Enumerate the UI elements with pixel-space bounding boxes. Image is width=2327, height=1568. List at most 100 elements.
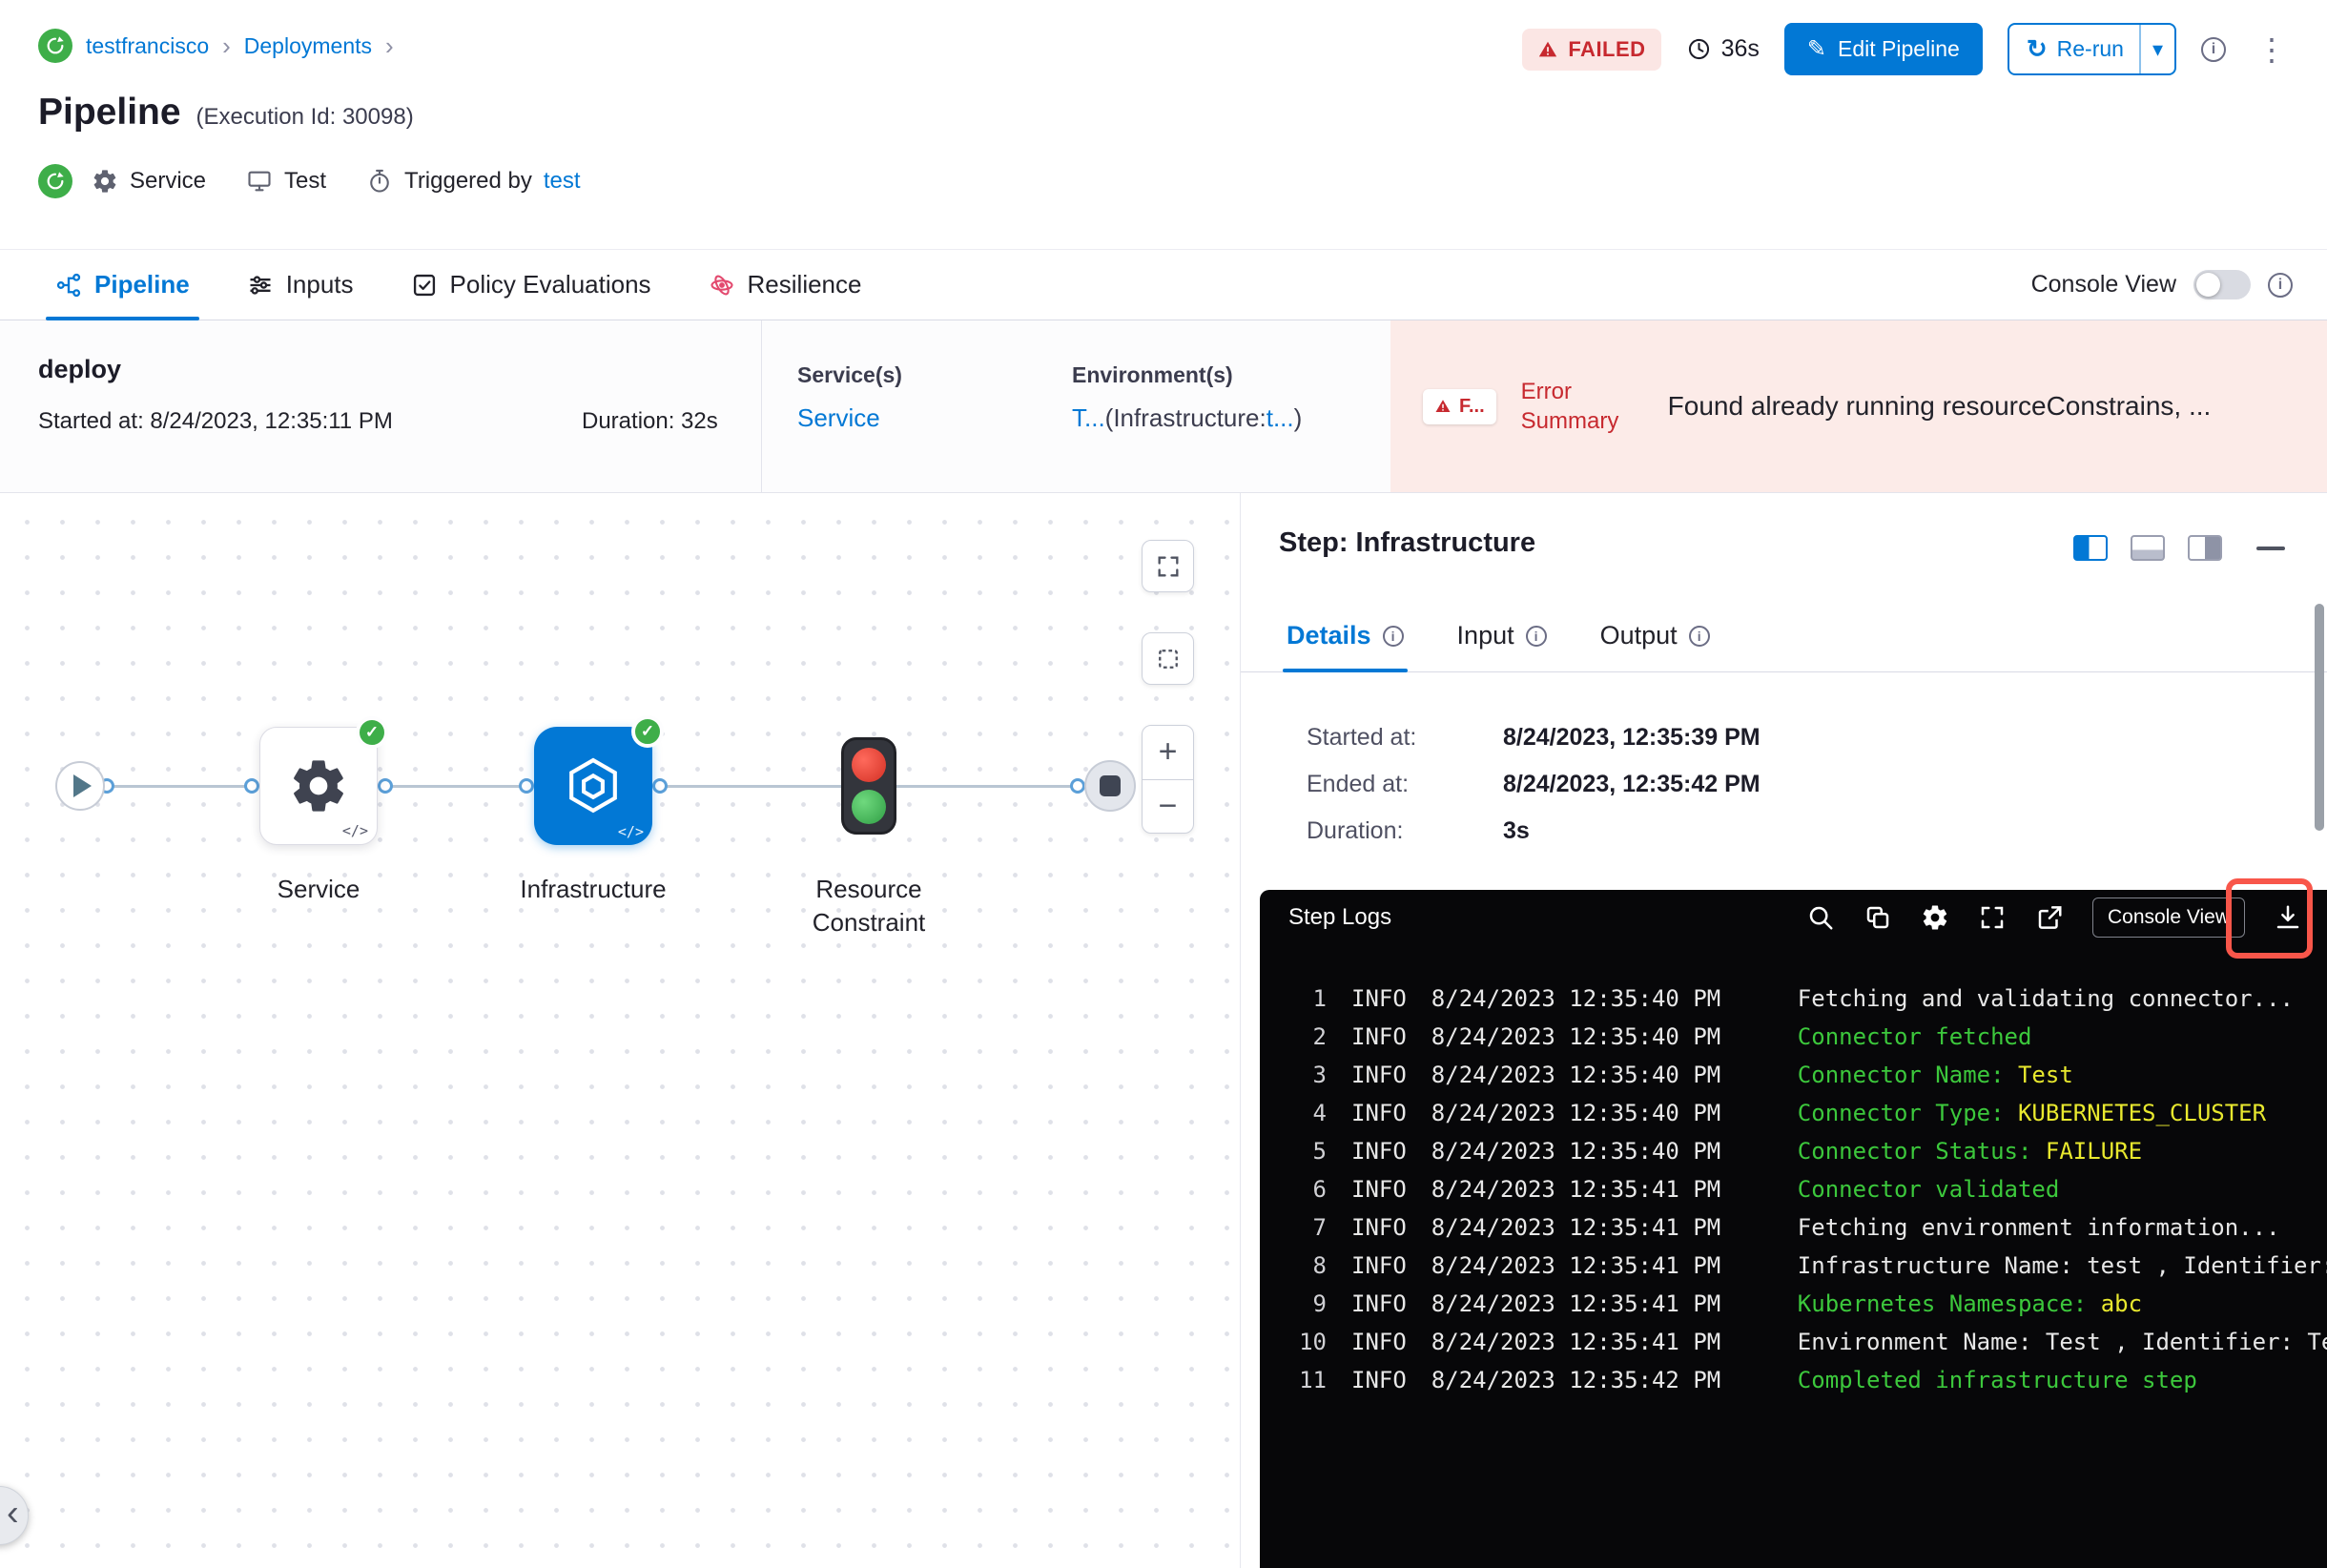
chevron-down-icon[interactable]: [2141, 25, 2174, 73]
step-logs-header: Step Logs Console View: [1260, 890, 2327, 945]
panel-layout-controls: [2073, 535, 2285, 561]
status-badge-label: FAILED: [1568, 36, 1646, 61]
pipeline-start-node[interactable]: [55, 761, 105, 811]
tab-inputs[interactable]: Inputs: [218, 250, 382, 320]
tab-pipeline[interactable]: Pipeline: [27, 250, 218, 320]
collapse-panel-chevron[interactable]: [0, 1486, 29, 1545]
info-icon[interactable]: [1525, 625, 1547, 647]
tab-resilience-label: Resilience: [747, 270, 862, 299]
tab-details-label: Details: [1287, 621, 1371, 650]
chevron-separator: [222, 31, 231, 61]
marquee-select-button[interactable]: [1142, 632, 1194, 685]
tab-pipeline-label: Pipeline: [94, 270, 190, 299]
breadcrumb-project-link[interactable]: testfrancisco: [86, 33, 209, 59]
pipeline-end-node[interactable]: [1084, 760, 1136, 812]
env-part: T...: [1072, 403, 1105, 432]
zoom-in-button[interactable]: [1143, 726, 1193, 780]
log-line: 1 INFO 8/24/2023 12:35:40 PM Fetching and v…: [1312, 985, 2294, 1012]
content: </> Service </> Infrastructure Resource …: [0, 493, 2327, 1568]
logs-toolbar: Console View: [1806, 897, 2302, 938]
success-check-icon: [631, 715, 664, 748]
log-lines: 1 INFO 8/24/2023 12:35:40 PM Fetching and v…: [1260, 945, 2327, 1399]
edit-pipeline-label: Edit Pipeline: [1837, 36, 1960, 61]
kebab-menu-icon[interactable]: [2251, 34, 2293, 65]
fit-to-screen-button[interactable]: [1142, 540, 1194, 592]
tab-policy-evaluations[interactable]: Policy Evaluations: [382, 250, 680, 320]
title-row: Pipeline (Execution Id: 30098): [38, 92, 414, 134]
clock-icon: [1688, 38, 1709, 60]
log-line: 10 INFO 8/24/2023 12:35:41 PM Environment N…: [1299, 1329, 2327, 1355]
fullscreen-icon[interactable]: [1978, 903, 2007, 932]
meta-environment: Test: [246, 168, 326, 195]
monitor-icon: [246, 168, 273, 195]
node-service[interactable]: </>: [259, 716, 388, 845]
edge-dot: [652, 778, 668, 794]
minimize-icon[interactable]: [2256, 546, 2285, 550]
stop-icon: [1100, 775, 1121, 796]
tab-input[interactable]: Input: [1457, 600, 1547, 671]
execution-id: (Execution Id: 30098): [196, 104, 414, 130]
refresh-icon: [2027, 34, 2048, 64]
external-link-icon[interactable]: [2035, 903, 2064, 932]
infrastructure-hexagon-icon: [569, 757, 617, 814]
code-icon: </>: [617, 823, 644, 840]
info-icon[interactable]: [1688, 625, 1710, 647]
info-icon[interactable]: [1382, 625, 1404, 647]
copy-icon[interactable]: [1864, 903, 1892, 932]
node-label: Infrastructure: [520, 875, 667, 903]
info-icon[interactable]: [2201, 36, 2226, 62]
policy-check-icon: [413, 274, 435, 296]
breadcrumb: testfrancisco Deployments: [38, 29, 394, 63]
scrollbar-thumb[interactable]: [2315, 604, 2324, 831]
triggered-by-label: Triggered by: [404, 168, 532, 194]
node-infrastructure[interactable]: </>: [534, 715, 664, 845]
settings-gear-icon[interactable]: [1921, 903, 1949, 932]
info-icon[interactable]: [2268, 272, 2293, 298]
log-line: 2 INFO 8/24/2023 12:35:40 PM Connector fetc…: [1312, 1023, 2032, 1050]
services-link[interactable]: Service: [797, 403, 902, 433]
console-view-label: Console View: [2030, 271, 2176, 298]
total-duration-value: 36s: [1720, 35, 1760, 62]
service-name: Service: [130, 168, 207, 194]
zoom-out-button[interactable]: [1143, 780, 1193, 834]
divider: [761, 320, 762, 492]
environments-link[interactable]: T...(Infrastructure:t...): [1072, 403, 1302, 433]
tab-inputs-label: Inputs: [285, 270, 354, 299]
ended-at-value: 8/24/2023, 12:35:42 PM: [1503, 771, 1761, 797]
console-view-toggle[interactable]: [2193, 270, 2251, 299]
stage-started-at: Started at: 8/24/2023, 12:35:11 PM: [38, 408, 393, 434]
console-view-control: Console View: [2031, 250, 2293, 320]
success-check-icon: [356, 716, 388, 749]
stage-duration: Duration: 32s: [582, 408, 718, 434]
tab-output[interactable]: Output: [1600, 600, 1710, 671]
step-details: Started at: 8/24/2023, 12:35:39 PM Ended…: [1307, 714, 1761, 855]
log-line: 9 INFO 8/24/2023 12:35:41 PM Kubernetes Nam…: [1312, 1290, 2143, 1317]
edge: [895, 785, 1078, 788]
gear-icon: [294, 760, 343, 812]
node-resource-constraint[interactable]: [841, 737, 896, 835]
duration-label: Duration:: [1307, 817, 1404, 844]
download-icon[interactable]: [2274, 903, 2302, 932]
step-panel-title: Step: Infrastructure: [1279, 527, 1536, 558]
stage-summary: deploy Started at: 8/24/2023, 12:35:11 P…: [0, 320, 2327, 493]
duration-value: 3s: [1503, 817, 1530, 844]
error-summary-area: F... Error Summary Found already running…: [1390, 320, 2327, 492]
ended-at-label: Ended at:: [1307, 771, 1410, 797]
layout-bottom-icon[interactable]: [2131, 535, 2165, 561]
rerun-button[interactable]: Re-run: [2007, 23, 2176, 75]
tab-resilience[interactable]: Resilience: [680, 250, 891, 320]
execution-tabbar: Pipeline Inputs Policy Evaluations Resil…: [0, 249, 2327, 320]
step-tabs: Details Input Output: [1241, 600, 2327, 672]
search-icon[interactable]: [1806, 903, 1835, 932]
tab-details[interactable]: Details: [1283, 600, 1408, 672]
edge-dot: [244, 778, 259, 794]
edit-pipeline-button[interactable]: Edit Pipeline: [1783, 23, 1983, 75]
tab-input-label: Input: [1456, 621, 1514, 650]
breadcrumb-deployments-link[interactable]: Deployments: [244, 33, 372, 59]
trigger-user-link[interactable]: test: [544, 168, 581, 195]
chevron-separator: [385, 31, 394, 61]
layout-split-icon[interactable]: [2073, 535, 2108, 561]
env-part: t...: [1266, 403, 1294, 432]
logs-console-view-button[interactable]: Console View: [2091, 897, 2245, 938]
layout-right-icon[interactable]: [2188, 535, 2222, 561]
